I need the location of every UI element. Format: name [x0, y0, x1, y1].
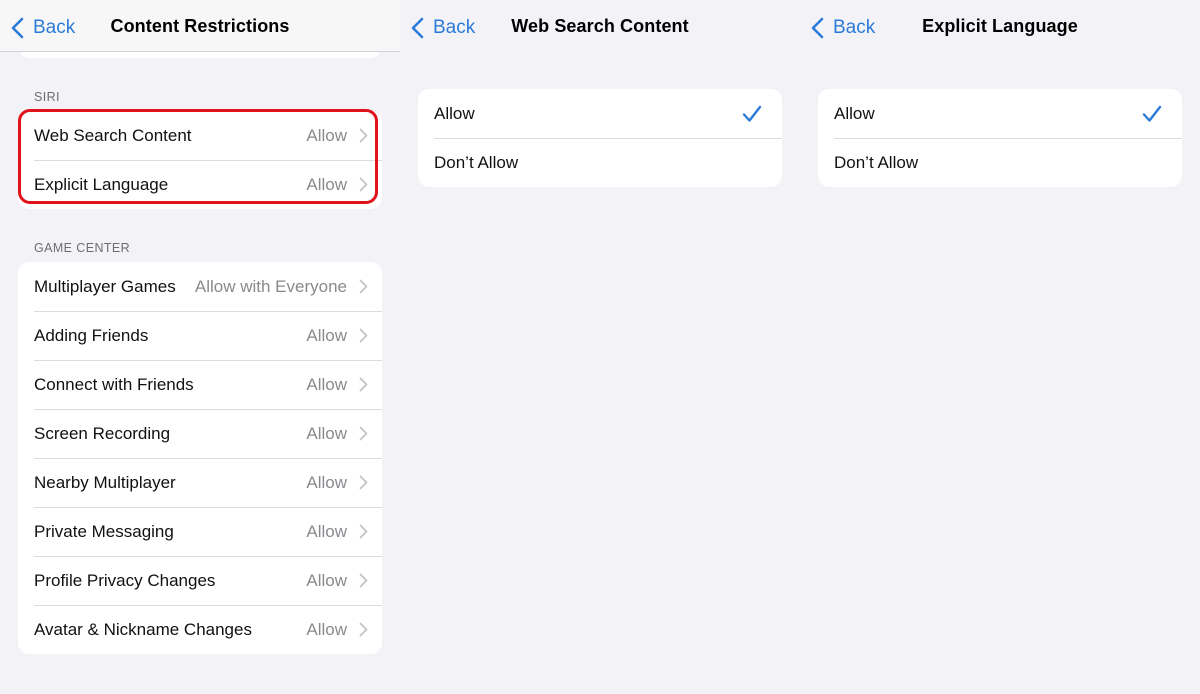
- chevron-right-icon: [359, 524, 368, 539]
- row-explicit-language[interactable]: Explicit Language Allow: [18, 160, 382, 209]
- row-adding-friends[interactable]: Adding Friends Allow: [18, 311, 382, 360]
- game-center-group: Multiplayer Games Allow with Everyone Ad…: [18, 262, 382, 654]
- chevron-right-icon: [359, 177, 368, 192]
- row-connect-with-friends[interactable]: Connect with Friends Allow: [18, 360, 382, 409]
- row-value: Allow: [306, 570, 347, 590]
- row-value: Allow: [306, 521, 347, 541]
- row-label: Nearby Multiplayer: [34, 472, 176, 492]
- row-multiplayer-games[interactable]: Multiplayer Games Allow with Everyone: [18, 262, 382, 311]
- row-avatar-nickname-changes[interactable]: Avatar & Nickname Changes Allow: [18, 605, 382, 654]
- row-value: Allow: [306, 472, 347, 492]
- option-label: Allow: [434, 103, 475, 123]
- row-label: Web Search Content: [34, 125, 192, 145]
- options-group: Allow Don’t Allow: [818, 89, 1182, 187]
- row-label: Profile Privacy Changes: [34, 570, 216, 590]
- explicit-language-screen: Back Explicit Language Allow Don’t Allow: [800, 0, 1200, 694]
- chevron-right-icon: [359, 279, 368, 294]
- section-header-siri: SIRI: [34, 90, 60, 104]
- chevron-right-icon: [359, 328, 368, 343]
- row-screen-recording[interactable]: Screen Recording Allow: [18, 409, 382, 458]
- chevron-right-icon: [359, 426, 368, 441]
- row-label: Adding Friends: [34, 325, 149, 345]
- option-allow[interactable]: Allow: [418, 89, 782, 138]
- row-value: Allow: [306, 125, 347, 145]
- chevron-right-icon: [359, 475, 368, 490]
- content-restrictions-screen: Back Content Restrictions SIRI Web Searc…: [0, 0, 400, 694]
- row-nearby-multiplayer[interactable]: Nearby Multiplayer Allow: [18, 458, 382, 507]
- web-search-content-screen: Back Web Search Content Allow Don’t Allo…: [400, 0, 800, 694]
- row-value: Allow: [306, 619, 347, 639]
- chevron-right-icon: [359, 573, 368, 588]
- nav-bar: Back Explicit Language: [800, 0, 1200, 56]
- option-label: Don’t Allow: [434, 152, 519, 172]
- row-label: Multiplayer Games: [34, 276, 176, 296]
- row-label: Screen Recording: [34, 423, 171, 443]
- row-value: Allow: [306, 374, 347, 394]
- siri-group: Web Search Content Allow Explicit Langua…: [18, 111, 382, 209]
- row-label: Private Messaging: [34, 521, 174, 541]
- checkmark-icon: [742, 105, 762, 122]
- page-title: Web Search Content: [511, 16, 689, 36]
- nav-bar: Back Content Restrictions: [0, 0, 400, 52]
- row-web-search-content[interactable]: Web Search Content Allow: [18, 111, 382, 160]
- option-dont-allow[interactable]: Don’t Allow: [818, 138, 1182, 187]
- page-title: Content Restrictions: [110, 16, 290, 36]
- options-group: Allow Don’t Allow: [418, 89, 782, 187]
- chevron-right-icon: [359, 622, 368, 637]
- row-profile-privacy-changes[interactable]: Profile Privacy Changes Allow: [18, 556, 382, 605]
- row-label: Avatar & Nickname Changes: [34, 619, 252, 639]
- chevron-right-icon: [359, 128, 368, 143]
- section-header-game-center: GAME CENTER: [34, 241, 131, 255]
- page-title: Explicit Language: [922, 16, 1078, 36]
- row-label: Connect with Friends: [34, 374, 194, 394]
- row-value: Allow: [306, 325, 347, 345]
- row-private-messaging[interactable]: Private Messaging Allow: [18, 507, 382, 556]
- row-value: Allow with Everyone: [194, 276, 347, 296]
- row-value: Allow: [306, 174, 347, 194]
- option-label: Don’t Allow: [834, 152, 919, 172]
- row-value: Allow: [306, 423, 347, 443]
- row-label: Explicit Language: [34, 174, 169, 194]
- option-allow[interactable]: Allow: [818, 89, 1182, 138]
- checkmark-icon: [1142, 105, 1162, 122]
- chevron-right-icon: [359, 377, 368, 392]
- nav-bar: Back Web Search Content: [400, 0, 800, 56]
- option-label: Allow: [834, 103, 875, 123]
- option-dont-allow[interactable]: Don’t Allow: [418, 138, 782, 187]
